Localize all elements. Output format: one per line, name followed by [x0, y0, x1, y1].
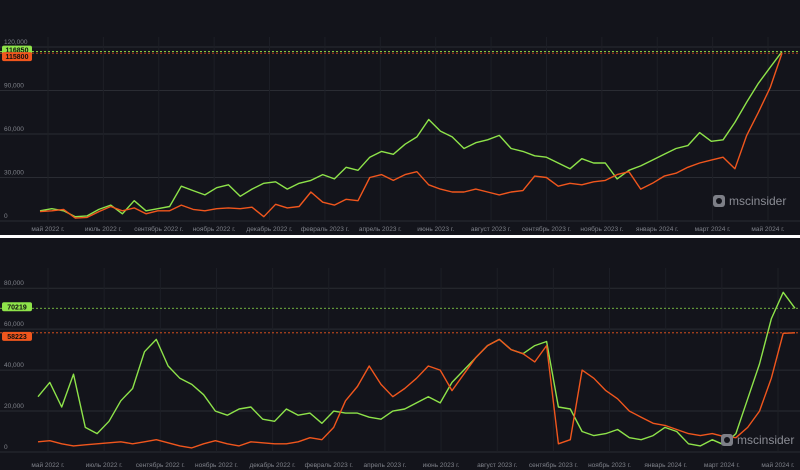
x-tick-label: август 2023 г.: [477, 462, 517, 469]
series-line-0: [37, 291, 796, 447]
x-tick-label: декабрь 2022 г.: [250, 461, 296, 469]
x-tick-label: июль 2022 г.: [86, 462, 123, 469]
series-line-1: [39, 52, 783, 219]
x-tick-label: сентябрь 2022 г.: [136, 461, 185, 469]
x-tick-label: февраль 2023 г.: [305, 462, 353, 469]
y-tick-label: 40,000: [4, 362, 24, 369]
last-value-label: 115800: [6, 54, 29, 61]
bottom-line-chart: 0 20,000 40,000 60,000 80,000 май 2022 г. июль…: [0, 268, 800, 469]
x-tick-label: ноябрь 2023 г.: [580, 225, 623, 233]
top-chart-panel: 0 30,000 60,000 90,000 120,000 май 2022 г. июл…: [0, 0, 800, 235]
brand-watermark-bottom: mscinsider: [721, 433, 794, 447]
y-tick-label: 30,000: [4, 170, 24, 177]
brand-name: mscinsider: [729, 194, 787, 208]
x-tick-label: декабрь 2022 г.: [246, 225, 292, 233]
last-value-label: 70219: [7, 304, 27, 311]
x-tick-label: сентябрь 2022 г.: [134, 225, 183, 233]
bottom-chart-panel: 0 20,000 40,000 60,000 80,000 май 2022 г. июль…: [0, 238, 800, 470]
x-tick-label: май 2024 г.: [751, 225, 784, 233]
x-tick-label: сентябрь 2023 г.: [522, 225, 571, 233]
brand-watermark-top: mscinsider: [713, 194, 786, 208]
top-line-chart: 0 30,000 60,000 90,000 120,000 май 2022 г. июл…: [0, 37, 800, 233]
y-tick-label: 20,000: [4, 403, 24, 410]
x-tick-label: июль 2022 г.: [85, 226, 122, 233]
x-tick-label: ноябрь 2023 г.: [588, 461, 631, 469]
x-tick-label: май 2022 г.: [31, 461, 64, 469]
mscinsider-logo-icon: [713, 195, 725, 207]
last-value-label: 58223: [7, 334, 27, 341]
x-tick-label: апрель 2023 г.: [364, 462, 407, 469]
mscinsider-logo-icon: [721, 434, 733, 446]
y-tick-label: 60,000: [4, 321, 24, 328]
x-tick-label: январь 2024 г.: [636, 226, 679, 233]
x-tick-label: июнь 2023 г.: [423, 462, 460, 469]
y-tick-label: 80,000: [4, 280, 24, 287]
x-tick-label: август 2023 г.: [471, 226, 511, 233]
y-tick-label: 120,000: [4, 39, 28, 46]
x-tick-label: май 2024 г.: [761, 461, 794, 469]
x-tick-label: ноябрь 2022 г.: [195, 461, 238, 469]
x-tick-label: февраль 2023 г.: [301, 226, 349, 233]
y-tick-label: 0: [4, 444, 8, 451]
y-tick-label: 0: [4, 213, 8, 220]
x-tick-label: апрель 2023 г.: [359, 226, 402, 233]
x-tick-label: июнь 2023 г.: [417, 226, 454, 233]
x-tick-label: сентябрь 2023 г.: [529, 461, 578, 469]
series-line-1: [37, 332, 796, 449]
y-tick-label: 90,000: [4, 83, 24, 90]
brand-name: mscinsider: [737, 433, 795, 447]
x-tick-label: январь 2024 г.: [644, 462, 687, 469]
x-tick-label: ноябрь 2022 г.: [193, 225, 236, 233]
x-tick-label: май 2022 г.: [31, 225, 64, 233]
y-tick-label: 60,000: [4, 126, 24, 133]
x-tick-label: март 2024 г.: [695, 226, 731, 233]
x-tick-label: март 2024 г.: [704, 462, 740, 469]
